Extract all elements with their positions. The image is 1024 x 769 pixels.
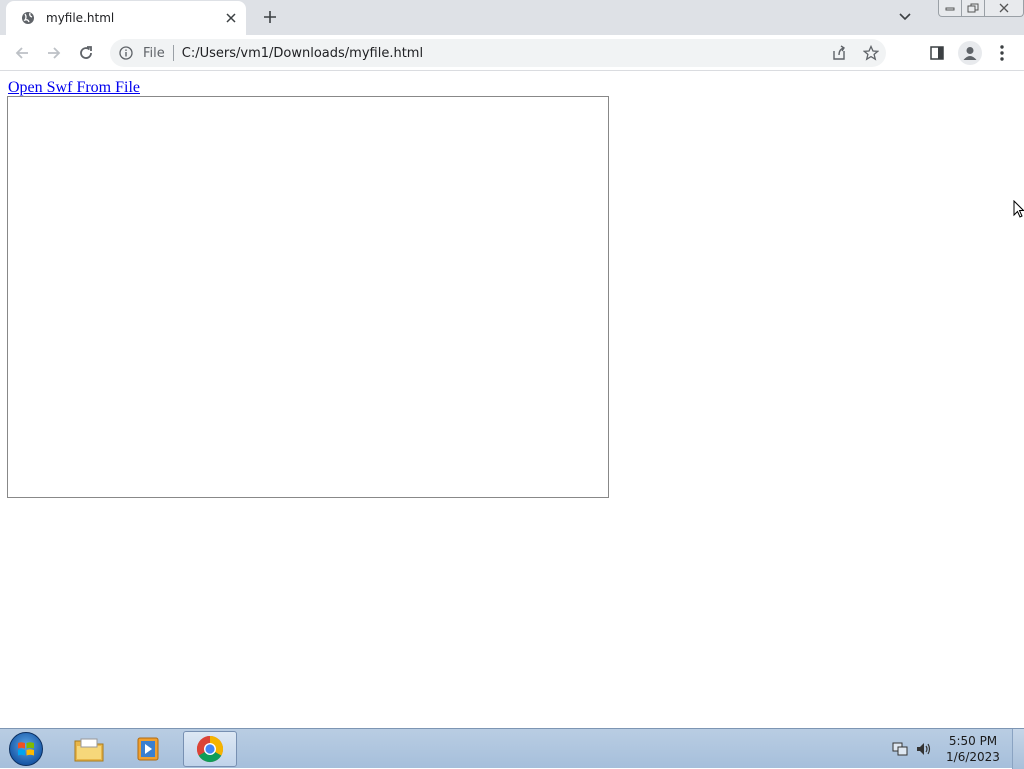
taskbar-chrome-button[interactable] (183, 731, 237, 767)
taskbar-explorer-button[interactable] (62, 731, 116, 767)
tab-strip: myfile.html (0, 0, 1024, 35)
scheme-label: File (143, 45, 165, 61)
address-bar[interactable]: File C:/Users/vm1/Downloads/myfile.html (110, 39, 886, 67)
url-text[interactable]: C:/Users/vm1/Downloads/myfile.html (182, 46, 423, 61)
info-icon[interactable] (119, 46, 133, 60)
plus-icon (264, 11, 276, 23)
profile-avatar[interactable] (958, 41, 982, 65)
person-icon (963, 47, 977, 60)
network-icon[interactable] (890, 739, 910, 759)
show-desktop-button[interactable] (1012, 729, 1024, 769)
globe-icon (20, 10, 36, 26)
close-tab-icon[interactable] (222, 9, 240, 27)
side-panel-button[interactable] (926, 42, 948, 64)
media-player-icon (137, 737, 159, 761)
back-button[interactable] (8, 39, 36, 67)
tab-title: myfile.html (46, 11, 115, 25)
minimize-button[interactable] (938, 0, 962, 17)
reload-button[interactable] (72, 39, 100, 67)
taskbar-media-player-button[interactable] (122, 731, 176, 767)
tab-search-button[interactable] (894, 7, 916, 27)
close-icon (999, 3, 1009, 13)
browser-tab[interactable]: myfile.html (6, 1, 246, 35)
window-controls (938, 0, 1024, 18)
start-button[interactable] (6, 731, 46, 767)
clock-date: 1/6/2023 (946, 750, 1000, 764)
reload-icon (80, 46, 92, 59)
taskbar: 5:50 PM 1/6/2023 (0, 728, 1024, 769)
taskbar-clock[interactable]: 5:50 PM 1/6/2023 (938, 733, 1008, 765)
folder-icon (74, 738, 104, 762)
minimize-icon (945, 7, 955, 11)
side-panel-icon (930, 46, 944, 60)
arrow-left-icon (15, 47, 28, 59)
arrow-right-icon (48, 47, 61, 59)
windows-logo-icon (9, 732, 43, 766)
open-swf-link[interactable]: Open Swf From File (8, 79, 140, 97)
browser-toolbar: File C:/Users/vm1/Downloads/myfile.html (0, 35, 1024, 71)
restore-icon (967, 3, 979, 13)
chevron-down-icon (899, 13, 911, 21)
new-tab-button[interactable] (258, 5, 282, 29)
restore-button[interactable] (961, 0, 985, 17)
forward-button[interactable] (40, 39, 68, 67)
system-tray: 5:50 PM 1/6/2023 (890, 729, 1024, 769)
volume-icon[interactable] (914, 739, 934, 759)
browser-menu-button[interactable] (992, 41, 1012, 65)
swf-player-area[interactable] (7, 96, 609, 498)
close-window-button[interactable] (984, 0, 1024, 17)
page-viewport: Open Swf From File (0, 72, 1024, 728)
clock-time: 5:50 PM (948, 734, 998, 748)
chrome-icon (196, 735, 224, 763)
kebab-menu-icon (1000, 45, 1004, 61)
omnibox-separator (172, 45, 174, 61)
share-icon[interactable] (830, 44, 848, 62)
bookmark-star-icon[interactable] (862, 44, 880, 62)
mouse-cursor-icon (1013, 200, 1024, 218)
